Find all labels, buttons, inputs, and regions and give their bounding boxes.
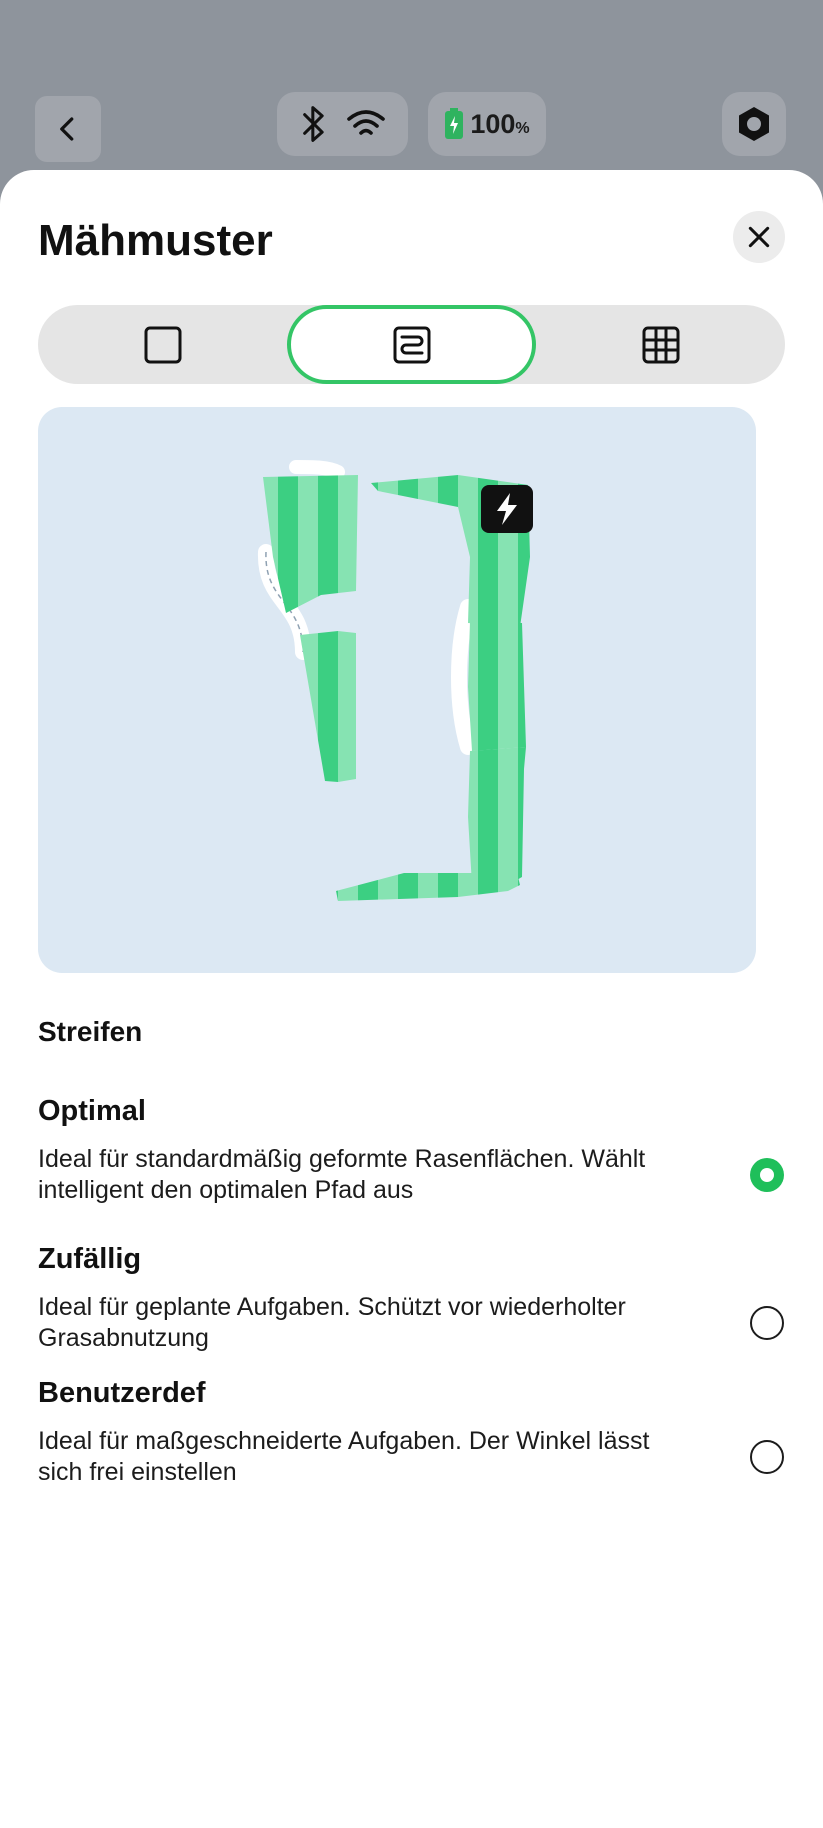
option-description: Ideal für standardmäßig geformte Rasenfl…: [38, 1145, 646, 1204]
tab-pattern-stripes[interactable]: [287, 305, 536, 384]
radio-custom[interactable]: [750, 1440, 784, 1474]
square-outline-icon: [144, 326, 181, 363]
tab-pattern-grid[interactable]: [536, 305, 785, 384]
option-random[interactable]: Zufällig Ideal für geplante Aufgaben. Sc…: [38, 1243, 785, 1354]
close-icon: [748, 226, 770, 248]
radio-optimal[interactable]: [750, 1158, 784, 1192]
lawn-map-preview: [38, 407, 756, 973]
lawn-map: [257, 460, 533, 901]
bluetooth-icon: [302, 106, 324, 142]
battery-charging-icon: [445, 108, 464, 139]
battery-status: 100%: [428, 92, 546, 156]
mowing-pattern-sheet: Mähmuster Streifen Optimal Ideal für sta…: [0, 170, 823, 1828]
option-custom[interactable]: Benutzerdef Ideal für maßgeschneiderte A…: [38, 1377, 785, 1488]
option-title: Optimal: [38, 1095, 146, 1127]
option-title: Zufällig: [38, 1243, 142, 1275]
option-description: Ideal für maßgeschneiderte Aufgaben. Der…: [38, 1427, 650, 1486]
lawn-zone-6: [336, 873, 520, 901]
top-bar: 100%: [0, 0, 823, 170]
chevron-left-icon: [60, 117, 74, 141]
radio-random[interactable]: [750, 1306, 784, 1340]
charging-dock: [481, 485, 533, 533]
lawn-zone-2: [300, 631, 356, 782]
sheet-title: Mähmuster: [38, 216, 273, 265]
grid-pattern-icon: [642, 326, 679, 363]
wifi-icon: [346, 110, 385, 135]
device-settings-button[interactable]: [722, 92, 786, 156]
lawn-zone-5: [468, 747, 526, 885]
option-optimal[interactable]: Optimal Ideal für standardmäßig geformte…: [38, 1095, 785, 1206]
back-button[interactable]: [35, 96, 101, 162]
option-title: Benutzerdef: [38, 1377, 206, 1409]
hexagon-nut-icon: [739, 107, 769, 141]
pattern-selector: [38, 305, 785, 384]
lawn-zone-4: [468, 621, 526, 751]
stripes-pattern-icon: [393, 326, 430, 363]
tab-pattern-plain[interactable]: [38, 305, 287, 384]
close-button[interactable]: [733, 211, 785, 263]
connectivity-status: [277, 92, 408, 156]
section-label: Streifen: [38, 1016, 143, 1047]
battery-level: 100%: [470, 108, 530, 139]
option-description: Ideal für geplante Aufgaben. Schützt vor…: [38, 1293, 626, 1352]
